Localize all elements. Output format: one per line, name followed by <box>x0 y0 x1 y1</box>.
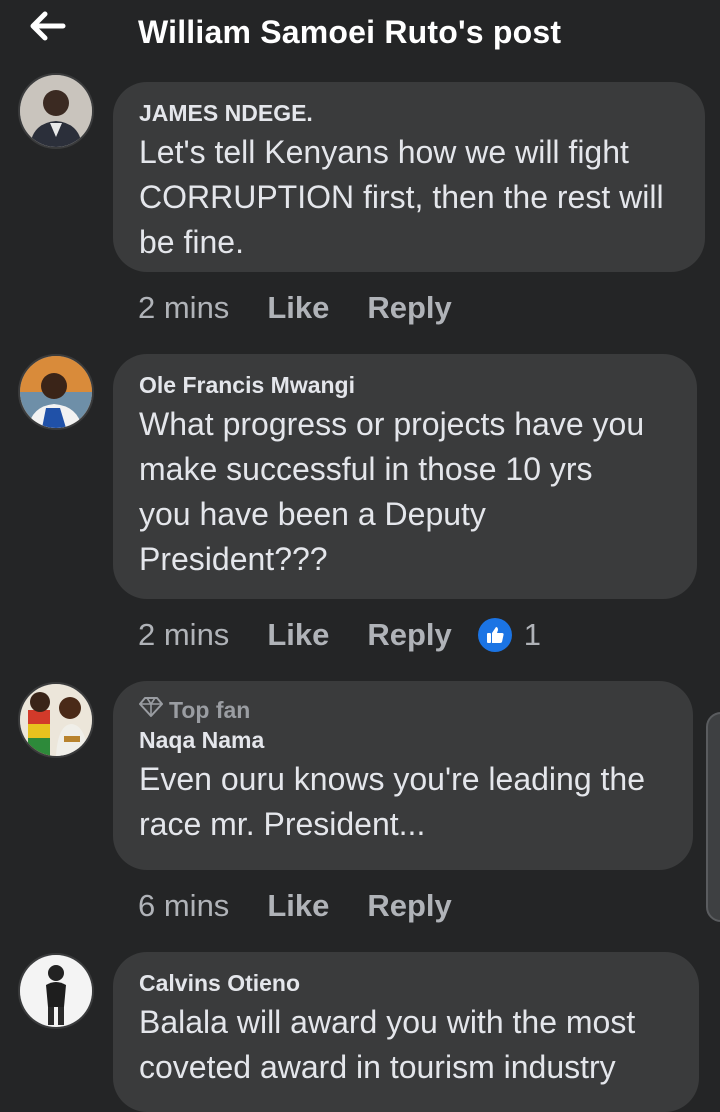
top-fan-badge[interactable]: Top fan <box>139 695 667 725</box>
comment-author[interactable]: Naqa Nama <box>139 725 667 755</box>
comment-author[interactable]: Calvins Otieno <box>139 968 673 998</box>
like-button[interactable]: Like <box>267 290 329 326</box>
badge-label: Top fan <box>169 697 251 723</box>
diamond-icon <box>139 695 169 725</box>
like-button[interactable]: Like <box>267 888 329 924</box>
reply-button[interactable]: Reply <box>367 617 451 653</box>
scroll-handle[interactable] <box>706 712 720 922</box>
comment-bubble: Ole Francis Mwangi What progress or proj… <box>113 354 697 599</box>
reply-button[interactable]: Reply <box>367 888 451 924</box>
avatar[interactable] <box>18 73 94 149</box>
avatar[interactable] <box>18 953 94 1029</box>
comment-text: What progress or projects have you make … <box>139 402 671 582</box>
comment-line: Let's tell Kenyans how we will fight <box>139 134 629 170</box>
comment-author[interactable]: Ole Francis Mwangi <box>139 370 671 400</box>
comment-timestamp[interactable]: 6 mins <box>138 888 229 924</box>
page-title: William Samoei Ruto's post <box>138 14 562 50</box>
arrow-left-icon <box>30 11 66 46</box>
comment-line: coveted award in tourism industry <box>139 1049 616 1085</box>
comment-line: you have been a Deputy <box>139 496 486 532</box>
comment-line: Even ouru knows you're leading the <box>139 761 645 797</box>
comment-bubble: Top fan Naqa Nama Even ouru knows you're… <box>113 681 693 870</box>
comment-line: President??? <box>139 541 328 577</box>
reaction-count: 1 <box>523 617 542 652</box>
comment-text: Let's tell Kenyans how we will fight COR… <box>139 130 679 265</box>
comment-text: Even ouru knows you're leading the race … <box>139 757 667 847</box>
comment-line: race mr. President... <box>139 806 426 842</box>
comment-actions: 2 mins Like Reply <box>138 288 490 328</box>
comment-author[interactable]: JAMES NDEGE. <box>139 98 679 128</box>
comment-line: make successful in those 10 yrs <box>139 451 593 487</box>
comment-bubble: JAMES NDEGE. Let's tell Kenyans how we w… <box>113 82 705 272</box>
comment-timestamp[interactable]: 2 mins <box>138 617 229 653</box>
comment-actions: 6 mins Like Reply <box>138 886 490 926</box>
comment-line: Balala will award you with the most <box>139 1004 636 1040</box>
comment-line: What progress or projects have you <box>139 406 645 442</box>
comment-bubble: Calvins Otieno Balala will award you wit… <box>113 952 699 1112</box>
reaction-summary[interactable]: 1 <box>477 617 542 653</box>
back-button[interactable] <box>18 6 78 50</box>
comment-timestamp[interactable]: 2 mins <box>138 290 229 326</box>
reply-button[interactable]: Reply <box>367 290 451 326</box>
avatar[interactable] <box>18 682 94 758</box>
like-button[interactable]: Like <box>267 617 329 653</box>
like-thumb-icon <box>477 618 512 652</box>
comment-actions: 2 mins Like Reply 1 <box>138 615 541 655</box>
comment-line: CORRUPTION first, then the rest will <box>139 179 664 215</box>
comment-line: be fine. <box>139 224 244 260</box>
avatar[interactable] <box>18 354 94 430</box>
top-bar: William Samoei Ruto's post <box>0 0 720 72</box>
